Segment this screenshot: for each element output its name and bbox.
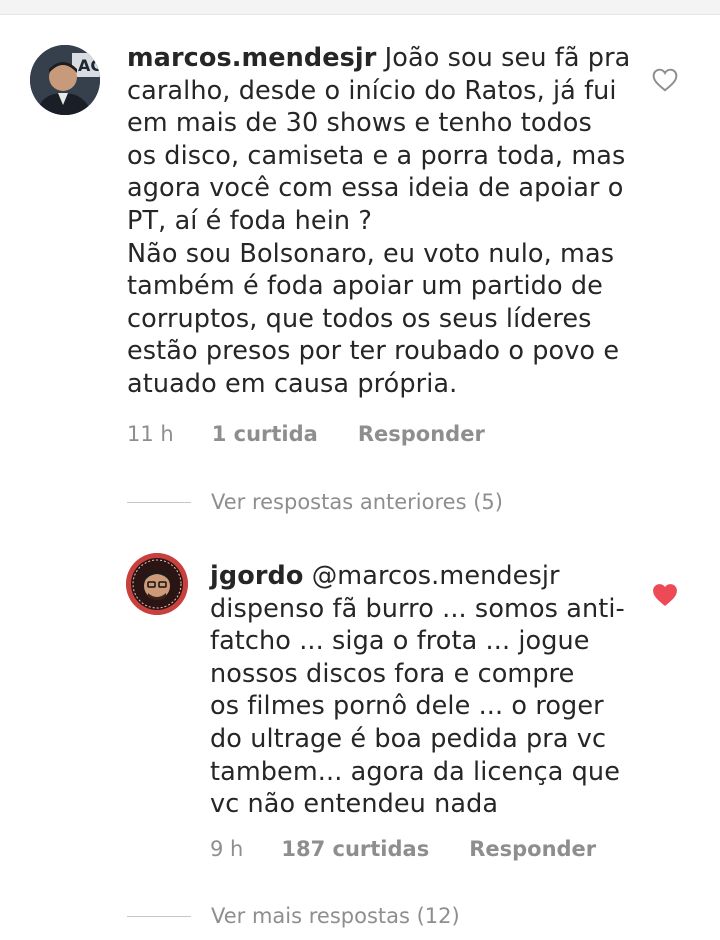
comment-text: João sou seu fã pra caralho, desde o iní… — [127, 43, 631, 399]
view-previous-replies[interactable]: Ver respostas anteriores (5) — [127, 490, 503, 514]
avatar-image: AC — [30, 45, 100, 115]
svg-text:AC: AC — [78, 56, 100, 75]
avatar-image — [126, 553, 188, 615]
comment-time: 11 h — [127, 422, 174, 446]
heart-filled-icon[interactable] — [652, 583, 678, 607]
view-more-replies-label[interactable]: Ver mais respostas (12) — [211, 904, 460, 928]
reply-likes[interactable]: 187 curtidas — [281, 837, 429, 861]
reply-username[interactable]: jgordo — [210, 561, 303, 591]
divider-line — [127, 501, 191, 503]
reply-meta: 9 h 187 curtidas Responder — [210, 837, 596, 861]
comment-username[interactable]: marcos.mendesjr — [127, 43, 376, 73]
comments-screen: AC marcos.mendesjr João sou seu fã pra c… — [0, 0, 720, 940]
comment-likes[interactable]: 1 curtida — [212, 422, 318, 446]
avatar-jgordo[interactable] — [126, 553, 188, 615]
reply-time: 9 h — [210, 837, 244, 861]
comment-body: marcos.mendesjr João sou seu fã pra cara… — [127, 42, 647, 401]
comment-meta: 11 h 1 curtida Responder — [127, 422, 485, 446]
view-more-replies[interactable]: Ver mais respostas (12) — [127, 904, 460, 928]
top-divider — [0, 0, 720, 15]
reply-reply-button[interactable]: Responder — [469, 837, 596, 861]
reply-mention[interactable]: @marcos.mendesjr — [312, 561, 560, 591]
view-previous-replies-label[interactable]: Ver respostas anteriores (5) — [211, 490, 503, 514]
reply-body: jgordo @marcos.mendesjr dispenso fã burr… — [210, 560, 630, 821]
divider-line — [127, 915, 191, 917]
heart-outline-icon[interactable] — [652, 68, 678, 92]
avatar-marcos[interactable]: AC — [30, 45, 100, 115]
comment-reply-button[interactable]: Responder — [358, 422, 485, 446]
reply-text: dispenso fã burro ... somos anti- fatcho… — [210, 593, 625, 820]
